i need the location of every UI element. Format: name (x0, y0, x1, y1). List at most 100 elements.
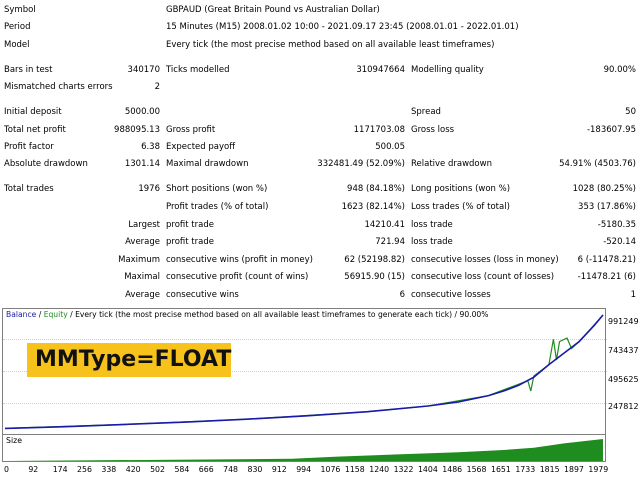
y-tick-label: 247812 (608, 402, 639, 411)
absdd-label: Absolute drawdown (4, 159, 88, 169)
maximal-profit-label: consecutive profit (count of wins) (166, 272, 309, 282)
trades-value: 1976 (138, 184, 160, 194)
x-tick-label: 256 (77, 465, 92, 474)
x-tick-label: 1651 (491, 465, 511, 474)
max-cons-wins-label: consecutive wins (profit in money) (166, 255, 313, 265)
x-tick-label: 1897 (564, 465, 584, 474)
max-cons-losses-label: consecutive losses (loss in money) (411, 255, 559, 265)
netprofit-value: 988095.13 (114, 125, 160, 135)
short-value: 948 (84.18%) (347, 184, 405, 194)
chart-legend: Balance / Equity / Every tick (the most … (6, 310, 488, 320)
avg-cons-wins-label: consecutive wins (166, 290, 239, 300)
size-panel-label: Size (6, 436, 23, 445)
x-tick-label: 1568 (466, 465, 487, 474)
y-tick-label: 991249 (608, 317, 639, 326)
average-label: Average (125, 237, 160, 247)
maxdd-label: Maximal drawdown (166, 159, 249, 169)
y-tick-label: 743437 (608, 346, 639, 355)
average2-label: Average (125, 290, 160, 300)
balance-chart: Balance / Equity / Every tick (the most … (2, 308, 639, 480)
largest-loss-label: loss trade (411, 220, 453, 230)
pf-value: 6.38 (141, 142, 160, 152)
legend-separator: / (36, 310, 44, 319)
maxdd-value: 332481.49 (52.09%) (317, 159, 405, 169)
x-tick-label: 1815 (539, 465, 560, 474)
mismatch-label: Mismatched charts errors (4, 82, 113, 92)
x-tick-label: 502 (150, 465, 165, 474)
long-label: Long positions (won %) (411, 184, 511, 194)
period-label: Period (4, 22, 31, 32)
grossloss-label: Gross loss (411, 125, 455, 135)
x-axis: 0 92 174 256 338 420 502 584 666 748 830 912 994 1076… (2, 465, 638, 479)
legend-equity: Equity (43, 310, 68, 319)
quality-value: 90.00% (603, 65, 636, 75)
x-tick-label: 1979 (588, 465, 609, 474)
x-tick-label: 666 (198, 465, 214, 474)
average-profit-label: profit trade (166, 237, 214, 247)
x-tick-label: 1240 (369, 465, 390, 474)
size-panel: Size (2, 434, 606, 462)
grossloss-value: -183607.95 (586, 125, 636, 135)
x-tick-label: 994 (296, 465, 312, 474)
netprofit-label: Total net profit (4, 125, 66, 135)
symbol-label: Symbol (4, 5, 36, 15)
ep-label: Expected payoff (166, 142, 236, 152)
x-tick-label: 748 (223, 465, 239, 474)
largest-label: Largest (128, 220, 160, 230)
legend-balance: Balance (6, 310, 37, 319)
max-cons-losses-value: 6 (-11478.21) (577, 255, 636, 265)
mmtype-overlay-label: MMType=FLOAT (27, 343, 231, 377)
maximum-label: Maximum (118, 255, 160, 265)
pf-label: Profit factor (4, 142, 54, 152)
maximal-loss-label: consecutive loss (count of losses) (411, 272, 555, 282)
x-tick-label: 584 (174, 465, 190, 474)
bars-label: Bars in test (4, 65, 53, 75)
loss-trades-value: 353 (17.86%) (578, 202, 636, 212)
maximal-profit-value: 56915.90 (15) (344, 272, 405, 282)
bars-value: 340170 (127, 65, 160, 75)
average-loss-value: -520.14 (603, 237, 636, 247)
maximal-loss-value: -11478.21 (6) (577, 272, 636, 282)
absdd-value: 1301.14 (124, 159, 160, 169)
legend-description: / Every tick (the most precise method ba… (67, 310, 489, 319)
model-label: Model (4, 40, 30, 50)
model-value: Every tick (the most precise method base… (166, 40, 495, 50)
ticks-value: 310947664 (356, 65, 405, 75)
x-tick-label: 1486 (442, 465, 463, 474)
spread-label: Spread (411, 107, 441, 117)
average-profit-value: 721.94 (375, 237, 405, 247)
largest-profit-value: 14210.41 (364, 220, 405, 230)
x-tick-label: 1076 (320, 465, 341, 474)
test-report: Symbol GBPAUD (Great Britain Pound vs Au… (0, 0, 640, 306)
long-value: 1028 (80.25%) (572, 184, 636, 194)
x-tick-label: 92 (28, 465, 39, 474)
average-loss-label: loss trade (411, 237, 453, 247)
x-tick-label: 1158 (344, 465, 365, 474)
reldd-label: Relative drawdown (411, 159, 492, 169)
avg-cons-losses-label: consecutive losses (411, 290, 491, 300)
avg-cons-wins-value: 6 (399, 290, 405, 300)
reldd-value: 54.91% (4503.76) (559, 159, 636, 169)
avg-cons-losses-value: 1 (630, 290, 636, 300)
x-tick-label: 830 (247, 465, 263, 474)
size-area (5, 439, 603, 461)
ticks-label: Ticks modelled (166, 65, 230, 75)
trades-label: Total trades (4, 184, 54, 194)
profit-trades-label: Profit trades (% of total) (166, 202, 269, 212)
short-label: Short positions (won %) (166, 184, 268, 194)
symbol-value: GBPAUD (Great Britain Pound vs Australia… (166, 5, 380, 15)
grossprofit-value: 1171703.08 (353, 125, 405, 135)
y-tick-label: 495625 (608, 375, 639, 384)
max-cons-wins-value: 62 (52198.82) (344, 255, 405, 265)
x-tick-label: 420 (125, 465, 141, 474)
x-tick-label: 1404 (417, 465, 438, 474)
spread-value: 50 (625, 107, 636, 117)
x-tick-label: 0 (4, 465, 9, 474)
x-tick-label: 912 (271, 465, 287, 474)
profit-trades-value: 1623 (82.14%) (341, 202, 405, 212)
deposit-value: 5000.00 (124, 107, 160, 117)
x-tick-label: 338 (101, 465, 117, 474)
loss-trades-label: Loss trades (% of total) (411, 202, 510, 212)
quality-label: Modelling quality (411, 65, 484, 75)
period-value: 15 Minutes (M15) 2008.01.02 10:00 - 2021… (166, 22, 519, 32)
